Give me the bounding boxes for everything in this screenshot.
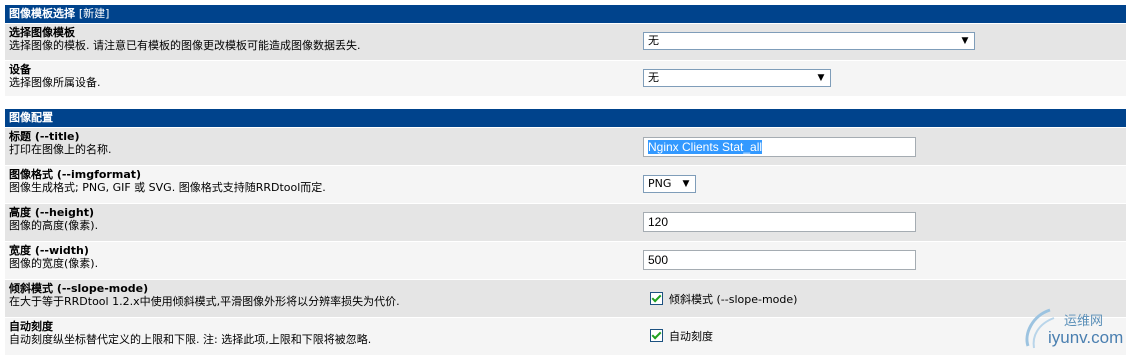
width-input[interactable]: 500 bbox=[643, 250, 916, 270]
field-title: 设备 bbox=[9, 63, 31, 76]
form-row-graph-template: 选择图像模板 选择图像的模板. 请注意已有模板的图像更改模板可能造成图像数据丢失… bbox=[5, 23, 1126, 60]
template-select-panel: 图像模板选择 [新建] 选择图像模板 选择图像的模板. 请注意已有模板的图像更改… bbox=[5, 5, 1126, 96]
field-label: 选择图像模板 选择图像的模板. 请注意已有模板的图像更改模板可能造成图像数据丢失… bbox=[9, 26, 361, 52]
field-label: 宽度 (--width) 图像的宽度(像素). bbox=[9, 244, 98, 270]
field-title: 高度 (--height) bbox=[9, 206, 95, 219]
dropdown-arrow-icon[interactable]: ▼ bbox=[679, 177, 693, 191]
auto-scale-checkbox[interactable]: 自动刻度 bbox=[650, 329, 713, 344]
field-title: 宽度 (--width) bbox=[9, 244, 89, 257]
field-description: 图像的高度(像素). bbox=[9, 219, 99, 232]
field-title: 图像格式 (--imgformat) bbox=[9, 168, 142, 181]
field-title: 自动刻度 bbox=[9, 320, 53, 333]
field-label: 自动刻度 自动刻度纵坐标替代定义的上限和下限. 注: 选择此项,上限和下限将被忽… bbox=[9, 320, 371, 346]
form-row-slope-mode: 倾斜模式 (--slope-mode) 在大于等于RRDtool 1.2.x中使… bbox=[5, 279, 1126, 317]
field-description: 打印在图像上的名称. bbox=[9, 143, 112, 156]
field-label: 标题 (--title) 打印在图像上的名称. bbox=[9, 130, 112, 156]
new-indicator: [新建] bbox=[78, 7, 110, 20]
field-description: 图像生成格式; PNG, GIF 或 SVG. 图像格式支持随RRDtool而定… bbox=[9, 181, 326, 194]
form-row-width: 宽度 (--width) 图像的宽度(像素). 500 bbox=[5, 241, 1126, 279]
template-select-header: 图像模板选择 [新建] bbox=[5, 5, 1126, 23]
height-input[interactable]: 120 bbox=[643, 212, 916, 232]
field-title: 选择图像模板 bbox=[9, 26, 75, 39]
dropdown-arrow-icon[interactable]: ▼ bbox=[814, 71, 828, 85]
graph-config-title: 图像配置 bbox=[9, 111, 53, 124]
template-select-title: 图像模板选择 bbox=[9, 7, 75, 20]
field-label: 倾斜模式 (--slope-mode) 在大于等于RRDtool 1.2.x中使… bbox=[9, 282, 400, 308]
title-input-value: Nginx Clients Stat_all bbox=[648, 140, 763, 154]
form-row-auto-scale: 自动刻度 自动刻度纵坐标替代定义的上限和下限. 注: 选择此项,上限和下限将被忽… bbox=[5, 317, 1126, 355]
field-title: 标题 (--title) bbox=[9, 130, 80, 143]
form-row-height: 高度 (--height) 图像的高度(像素). 120 bbox=[5, 203, 1126, 241]
graph-template-select[interactable]: 无 ▼ bbox=[643, 32, 975, 50]
width-input-value: 500 bbox=[648, 253, 669, 267]
checkbox-checked-icon[interactable] bbox=[650, 329, 663, 342]
field-description: 图像的宽度(像素). bbox=[9, 257, 99, 270]
field-label: 高度 (--height) 图像的高度(像素). bbox=[9, 206, 98, 232]
field-label: 图像格式 (--imgformat) 图像生成格式; PNG, GIF 或 SV… bbox=[9, 168, 326, 194]
field-label: 设备 选择图像所属设备. bbox=[9, 63, 101, 89]
dropdown-arrow-icon[interactable]: ▼ bbox=[958, 34, 972, 48]
watermark-line1: 运维网 bbox=[1064, 314, 1104, 329]
checkbox-checked-icon[interactable] bbox=[650, 292, 663, 305]
field-description: 自动刻度纵坐标替代定义的上限和下限. 注: 选择此项,上限和下限将被忽略. bbox=[9, 333, 372, 346]
site-watermark: 运维网 iyunv.com bbox=[1020, 306, 1124, 352]
checkbox-label: 自动刻度 bbox=[669, 330, 713, 343]
form-row-imgformat: 图像格式 (--imgformat) 图像生成格式; PNG, GIF 或 SV… bbox=[5, 165, 1126, 203]
device-select[interactable]: 无 ▼ bbox=[643, 69, 831, 87]
device-selected: 无 bbox=[648, 71, 659, 84]
title-input[interactable]: Nginx Clients Stat_all bbox=[643, 137, 916, 157]
field-title: 倾斜模式 (--slope-mode) bbox=[9, 282, 149, 295]
field-description: 选择图像所属设备. bbox=[9, 76, 101, 89]
graph-config-panel: 图像配置 标题 (--title) 打印在图像上的名称. Nginx Clien… bbox=[5, 109, 1126, 355]
watermark-line2: iyunv.com bbox=[1048, 328, 1124, 347]
graph-template-selected: 无 bbox=[648, 34, 659, 47]
checkbox-label: 倾斜模式 (--slope-mode) bbox=[669, 293, 798, 306]
graph-config-header: 图像配置 bbox=[5, 109, 1126, 127]
imgformat-selected: PNG bbox=[648, 177, 672, 190]
field-description: 选择图像的模板. 请注意已有模板的图像更改模板可能造成图像数据丢失. bbox=[9, 39, 361, 52]
form-row-device: 设备 选择图像所属设备. 无 ▼ bbox=[5, 60, 1126, 96]
height-input-value: 120 bbox=[648, 215, 669, 229]
form-row-title: 标题 (--title) 打印在图像上的名称. Nginx Clients St… bbox=[5, 127, 1126, 165]
slope-mode-checkbox[interactable]: 倾斜模式 (--slope-mode) bbox=[650, 292, 797, 307]
imgformat-select[interactable]: PNG ▼ bbox=[643, 175, 696, 193]
field-description: 在大于等于RRDtool 1.2.x中使用倾斜模式,平滑图像外形将以分辨率损失为… bbox=[9, 295, 400, 308]
